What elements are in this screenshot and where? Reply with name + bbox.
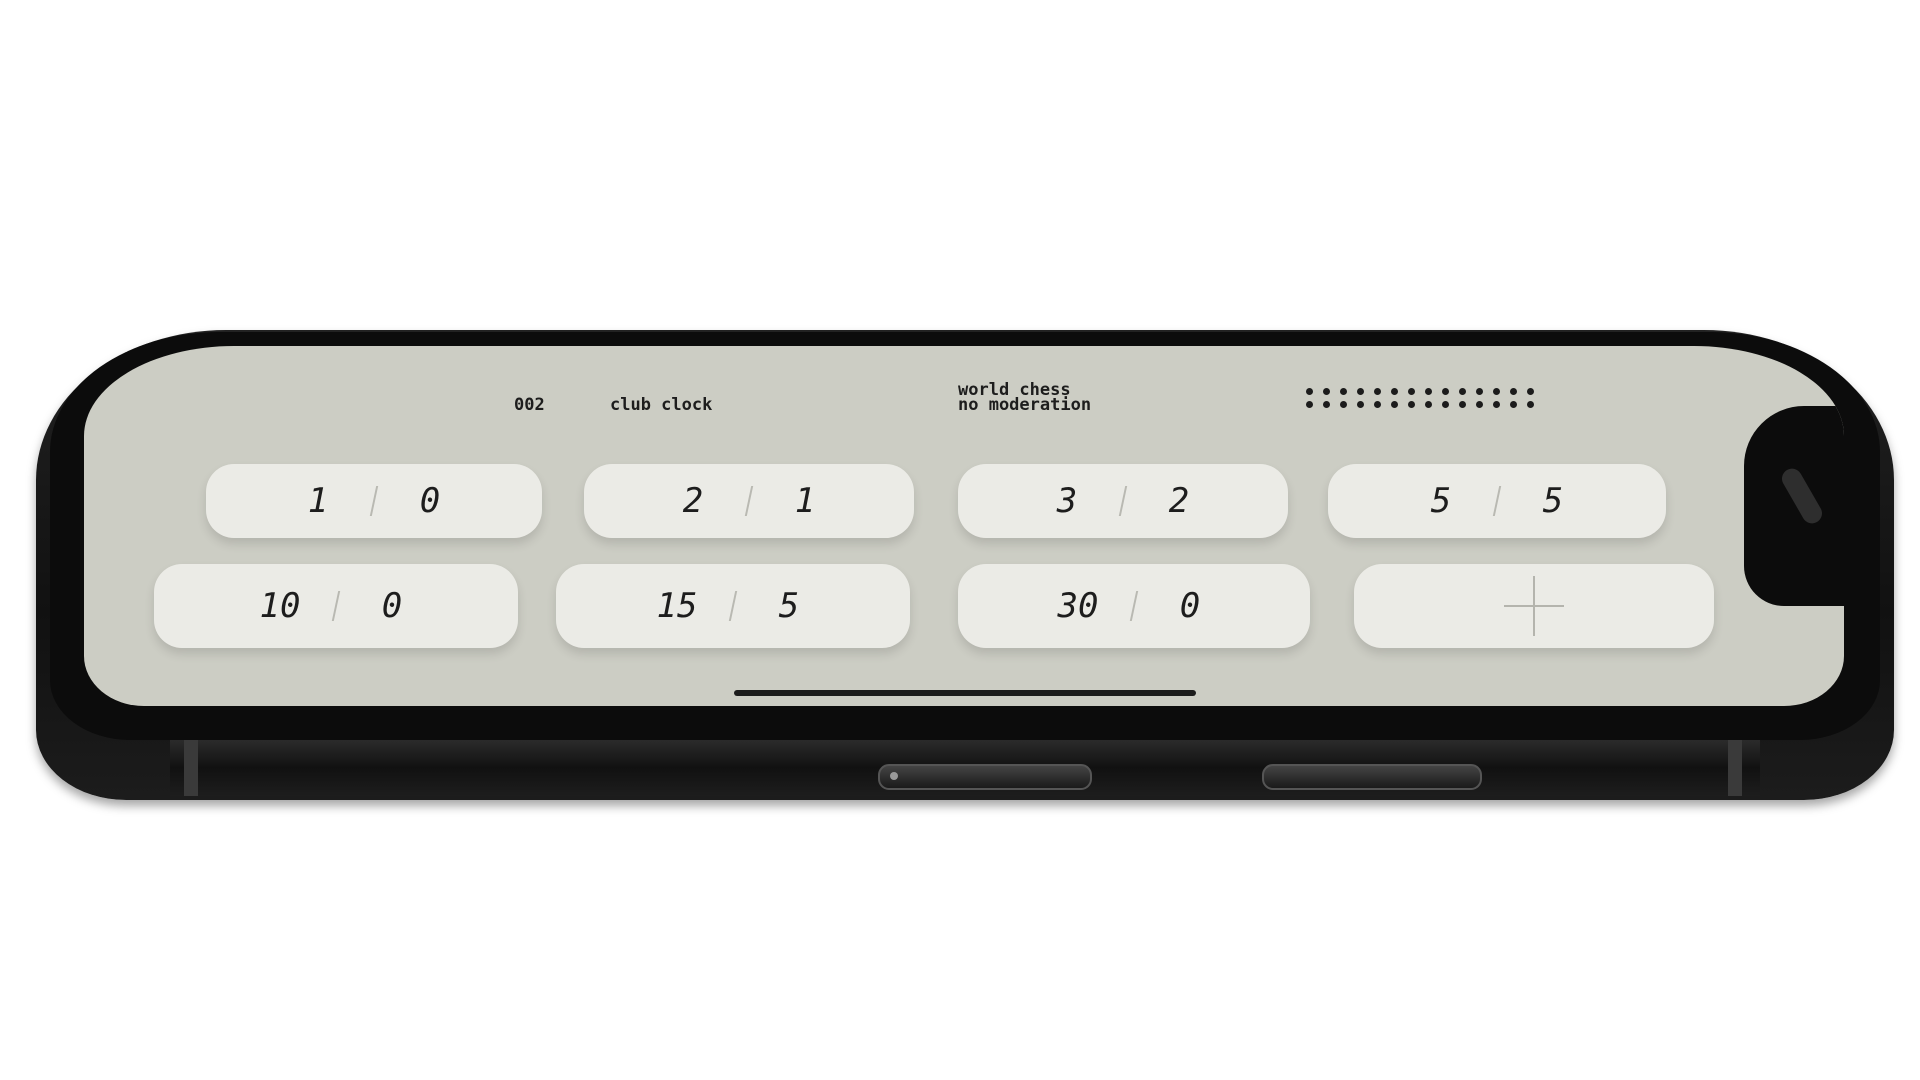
camera-notch <box>1744 406 1844 606</box>
preset-minutes: 3 <box>1056 481 1078 521</box>
preset-minutes: 10 <box>259 586 301 626</box>
preset-minutes: 2 <box>682 481 704 521</box>
dot-row <box>1306 388 1534 395</box>
app-screen: 002 club clock world chess no moderation… <box>84 346 1844 706</box>
preset-minutes: 5 <box>1430 481 1452 521</box>
dot-row <box>1306 401 1534 408</box>
preset-10-0-button[interactable]: 10 0 <box>154 564 518 648</box>
speaker-grille <box>1778 465 1826 527</box>
preset-number: 002 <box>514 395 545 415</box>
preset-15-5-button[interactable]: 15 5 <box>556 564 910 648</box>
preset-1-0-button[interactable]: 1 0 <box>206 464 542 538</box>
volume-up-button <box>1262 764 1482 790</box>
add-preset-button[interactable] <box>1354 564 1714 648</box>
antenna-band-right <box>1728 740 1742 796</box>
preset-increment: 0 <box>381 586 403 626</box>
preset-increment: 0 <box>419 481 441 521</box>
preset-increment: 1 <box>794 481 816 521</box>
preset-5-5-button[interactable]: 5 5 <box>1328 464 1666 538</box>
preset-increment: 0 <box>1179 586 1201 626</box>
preset-2-1-button[interactable]: 2 1 <box>584 464 914 538</box>
preset-increment: 5 <box>1542 481 1564 521</box>
preset-3-2-button[interactable]: 3 2 <box>958 464 1288 538</box>
dot-pattern <box>1306 388 1534 408</box>
preset-increment: 2 <box>1168 481 1190 521</box>
preset-minutes: 30 <box>1057 586 1099 626</box>
preset-name: club clock <box>610 395 713 415</box>
mode-subtitle: no moderation <box>958 395 1092 415</box>
plus-icon <box>1504 576 1564 636</box>
preset-30-0-button[interactable]: 30 0 <box>958 564 1310 648</box>
antenna-band-left <box>184 740 198 796</box>
button-dot <box>890 772 898 780</box>
preset-minutes: 1 <box>307 481 329 521</box>
home-indicator[interactable] <box>734 690 1196 696</box>
preset-increment: 5 <box>778 586 800 626</box>
preset-minutes: 15 <box>656 586 698 626</box>
volume-down-button <box>878 764 1092 790</box>
device-mockup: 002 club clock world chess no moderation… <box>0 0 1920 1080</box>
